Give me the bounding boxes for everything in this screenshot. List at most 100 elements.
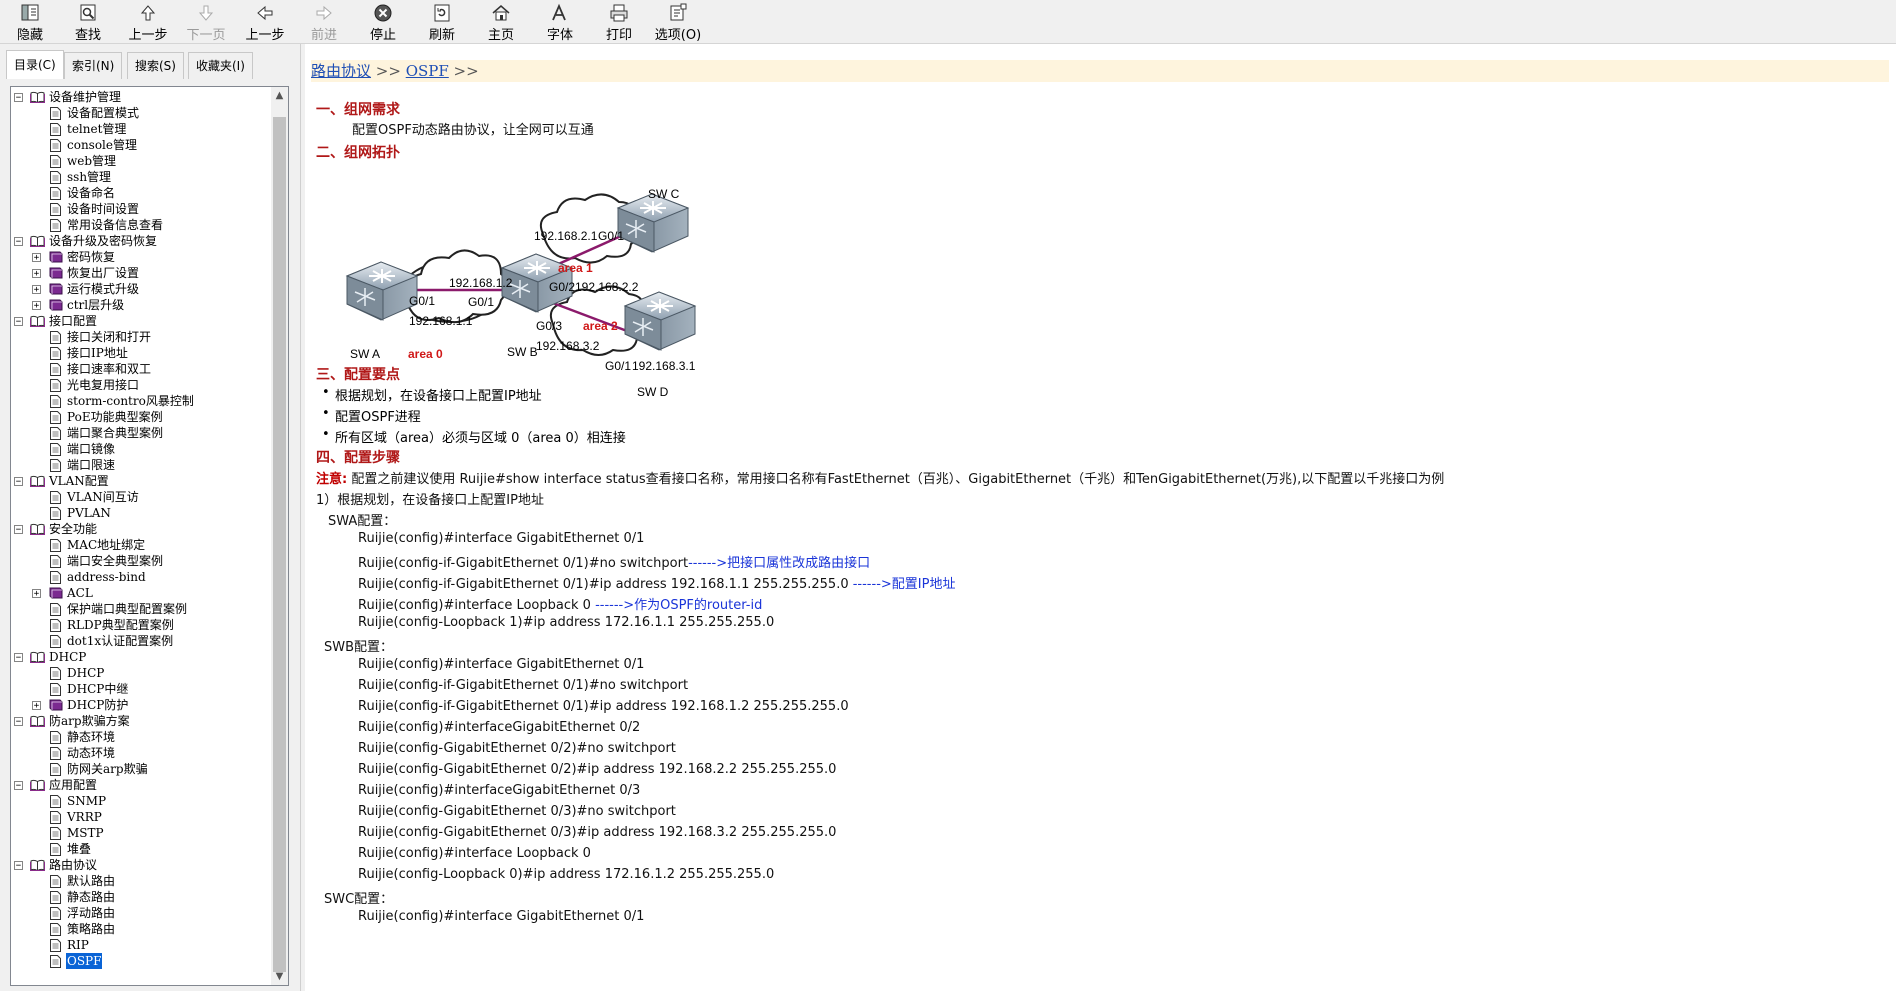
tree-folder-item[interactable]: + 密码恢复 bbox=[32, 249, 116, 265]
refresh-button[interactable]: 刷新 bbox=[412, 0, 472, 43]
tree-page-item[interactable]: VLAN间互访 bbox=[50, 489, 140, 505]
tree-page-item[interactable]: 堆叠 bbox=[50, 841, 92, 857]
scroll-down-arrow-icon[interactable]: ▼ bbox=[271, 968, 288, 985]
tree-folder-item[interactable]: − 路由协议 bbox=[14, 857, 98, 873]
up-arrow-icon bbox=[138, 2, 158, 23]
tree-folder-item[interactable]: − 防arp欺骗方案 bbox=[14, 713, 131, 729]
tree-page-item[interactable]: MAC地址绑定 bbox=[50, 537, 146, 553]
tree-page-item[interactable]: ssh管理 bbox=[50, 169, 112, 185]
tree-page-item[interactable]: RLDP典型配置案例 bbox=[50, 617, 175, 633]
tree-folder-item[interactable]: − VLAN配置 bbox=[14, 473, 110, 489]
tree-page-item[interactable]: PVLAN bbox=[50, 505, 112, 521]
tree-page-item[interactable]: 端口安全典型案例 bbox=[50, 553, 164, 569]
page-icon bbox=[50, 202, 61, 216]
collapse-icon[interactable]: − bbox=[14, 652, 23, 662]
tree-page-item[interactable]: 光电复用接口 bbox=[50, 377, 140, 393]
collapse-icon[interactable]: − bbox=[14, 780, 23, 790]
page-icon bbox=[50, 730, 61, 744]
tree-page-item[interactable]: PoE功能典型案例 bbox=[50, 409, 164, 425]
tree-page-item[interactable]: storm-contro风暴控制 bbox=[50, 393, 195, 409]
tree-page-item[interactable]: RIP bbox=[50, 937, 90, 953]
tree-page-item[interactable]: DHCP bbox=[50, 665, 105, 681]
breadcrumb-link-routing[interactable]: 路由协议 bbox=[311, 62, 371, 80]
tree-page-item[interactable]: VRRP bbox=[50, 809, 103, 825]
expand-icon[interactable]: + bbox=[32, 588, 41, 598]
tree-page-item[interactable]: 端口镜像 bbox=[50, 441, 116, 457]
tree-page-item[interactable]: MSTP bbox=[50, 825, 105, 841]
collapse-icon[interactable]: − bbox=[14, 316, 23, 326]
tree-folder-item[interactable]: − DHCP bbox=[14, 649, 87, 665]
expand-icon[interactable]: + bbox=[32, 252, 41, 262]
tree-folder-item[interactable]: − 安全功能 bbox=[14, 521, 98, 537]
tree-folder-item[interactable]: − 应用配置 bbox=[14, 777, 98, 793]
tree-page-item[interactable]: dot1x认证配置案例 bbox=[50, 633, 174, 649]
tree-folder-item[interactable]: − 接口配置 bbox=[14, 313, 98, 329]
tree-folder-item[interactable]: − 设备维护管理 bbox=[14, 89, 122, 105]
next-page-button[interactable]: 下一页 bbox=[176, 0, 236, 43]
tree-page-item[interactable]: 防网关arp欺骗 bbox=[50, 761, 149, 777]
expand-icon[interactable]: + bbox=[32, 284, 41, 294]
tab-index[interactable]: 索引(N) bbox=[64, 52, 123, 79]
options-button[interactable]: 选项(O) bbox=[648, 0, 708, 43]
print-button[interactable]: 打印 bbox=[589, 0, 649, 43]
tree-page-item[interactable]: 动态环境 bbox=[50, 745, 116, 761]
refresh-icon bbox=[432, 2, 452, 23]
tree-page-item[interactable]: 静态路由 bbox=[50, 889, 116, 905]
tree-folder-item[interactable]: + 运行模式升级 bbox=[32, 281, 140, 297]
tree-page-item[interactable]: 设备时间设置 bbox=[50, 201, 140, 217]
tree-page-item[interactable]: 端口限速 bbox=[50, 457, 116, 473]
scroll-up-arrow-icon[interactable]: ▲ bbox=[271, 87, 288, 104]
tree-page-item[interactable]: 保护端口典型配置案例 bbox=[50, 601, 188, 617]
tree-page-item[interactable]: 静态环境 bbox=[50, 729, 116, 745]
tree-page-item[interactable]: 策略路由 bbox=[50, 921, 116, 937]
tree-folder-item[interactable]: + DHCP防护 bbox=[32, 697, 129, 713]
collapse-icon[interactable]: − bbox=[14, 716, 23, 726]
tree-page-item[interactable]: DHCP中继 bbox=[50, 681, 129, 697]
tree-folder-item[interactable]: + 恢复出厂设置 bbox=[32, 265, 140, 281]
find-button[interactable]: 查找 bbox=[58, 0, 118, 43]
tree-folder-item[interactable]: + ACL bbox=[32, 585, 94, 601]
tree-page-item[interactable]: address-bind bbox=[50, 569, 147, 585]
tree-scrollbar[interactable]: ▲ ▼ bbox=[271, 87, 288, 985]
breadcrumb-link-ospf[interactable]: OSPF bbox=[406, 62, 449, 80]
tree-page-item[interactable]: 接口关闭和打开 bbox=[50, 329, 152, 345]
open-book-icon bbox=[30, 715, 45, 727]
collapse-icon[interactable]: − bbox=[14, 860, 23, 870]
tree-page-item[interactable]: 设备配置模式 bbox=[50, 105, 140, 121]
font-button[interactable]: 字体 bbox=[530, 0, 590, 43]
tree-page-item[interactable]: telnet管理 bbox=[50, 121, 127, 137]
tree-page-item[interactable]: 设备命名 bbox=[50, 185, 116, 201]
key-point-item: 所有区域（area）必须与区域 0（area 0）相连接 bbox=[322, 427, 626, 446]
collapse-icon[interactable]: − bbox=[14, 524, 23, 534]
forward-arrow-icon bbox=[314, 2, 334, 23]
tree-page-item[interactable]: web管理 bbox=[50, 153, 117, 169]
tab-contents[interactable]: 目录(C) bbox=[6, 50, 64, 79]
up-step-button[interactable]: 上一步 bbox=[118, 0, 178, 43]
tab-favorites[interactable]: 收藏夹(I) bbox=[188, 52, 253, 79]
home-button[interactable]: 主页 bbox=[471, 0, 531, 43]
expand-icon[interactable]: + bbox=[32, 268, 41, 278]
collapse-icon[interactable]: − bbox=[14, 92, 23, 102]
forward-button[interactable]: 前进 bbox=[294, 0, 354, 43]
scroll-thumb[interactable] bbox=[273, 117, 286, 972]
tree-page-item[interactable]: console管理 bbox=[50, 137, 138, 153]
hide-button[interactable]: 隐藏 bbox=[0, 0, 60, 43]
tab-search[interactable]: 搜索(S) bbox=[127, 52, 184, 79]
tree-page-item[interactable]: 端口聚合典型案例 bbox=[50, 425, 164, 441]
tree-page-item[interactable]: SNMP bbox=[50, 793, 107, 809]
tree-page-item[interactable]: 浮动路由 bbox=[50, 905, 116, 921]
tree-page-item[interactable]: 接口IP地址 bbox=[50, 345, 129, 361]
expand-icon[interactable]: + bbox=[32, 300, 41, 310]
tree-page-item[interactable]: OSPF bbox=[50, 953, 103, 969]
tree-folder-item[interactable]: − 设备升级及密码恢复 bbox=[14, 233, 158, 249]
stop-button[interactable]: 停止 bbox=[353, 0, 413, 43]
tree-page-item[interactable]: 默认路由 bbox=[50, 873, 116, 889]
tree-folder-item[interactable]: + ctrl层升级 bbox=[32, 297, 125, 313]
tree-item-label: 堆叠 bbox=[67, 842, 92, 856]
tree-page-item[interactable]: 常用设备信息查看 bbox=[50, 217, 164, 233]
collapse-icon[interactable]: − bbox=[14, 476, 23, 486]
tree-page-item[interactable]: 接口速率和双工 bbox=[50, 361, 152, 377]
back-button[interactable]: 上一步 bbox=[235, 0, 295, 43]
expand-icon[interactable]: + bbox=[32, 700, 41, 710]
collapse-icon[interactable]: − bbox=[14, 236, 23, 246]
